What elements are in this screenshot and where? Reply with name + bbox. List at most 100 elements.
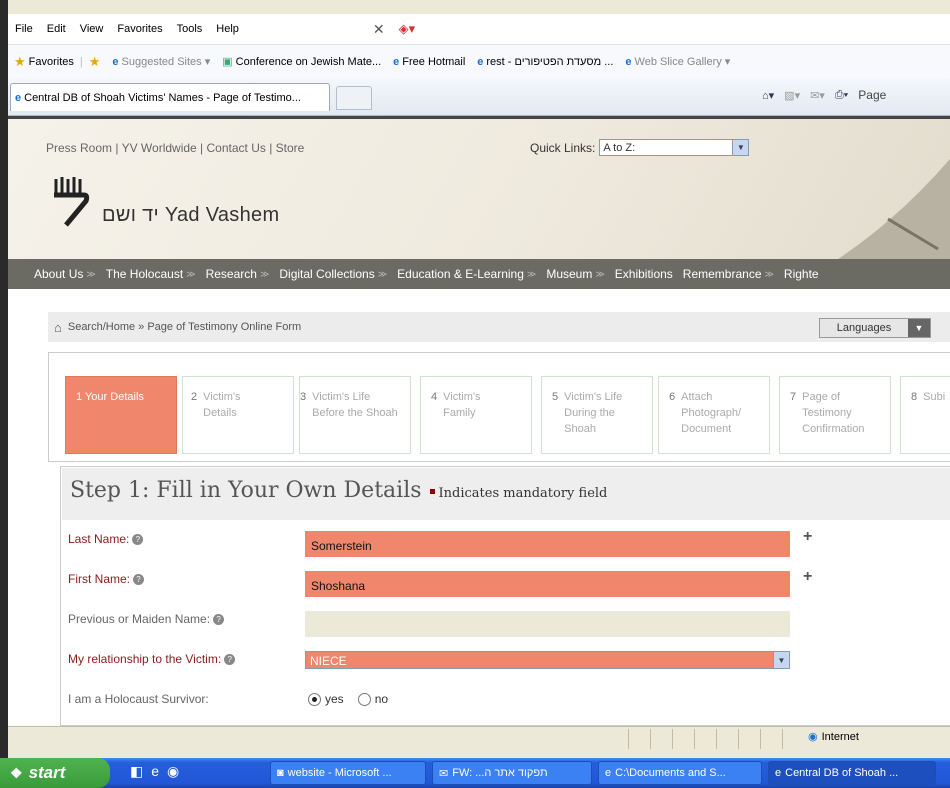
home-icon[interactable]: ⌂▾ — [762, 89, 774, 102]
start-label: start — [28, 763, 66, 782]
nav-remembrance[interactable]: Remembrance ≫ — [673, 267, 774, 281]
languages-label: Languages — [836, 322, 892, 334]
start-button[interactable]: ❖ start — [0, 758, 110, 788]
taskbar-item-central-db[interactable]: e Central DB of Shoah ... — [768, 761, 936, 785]
outlook-icon: ◙ — [277, 767, 284, 779]
languages-select[interactable]: Languages ▼ — [819, 318, 931, 338]
nav-digital-collections[interactable]: Digital Collections ≫ — [269, 267, 387, 281]
fav-rest[interactable]: e rest - מסעדת הפטיפורים ... — [471, 56, 619, 68]
first-name-label: First Name:? — [68, 572, 145, 586]
step-5[interactable]: 5 Victim's Life During the Shoah — [541, 376, 653, 454]
menu-view[interactable]: View — [73, 23, 111, 35]
relationship-select[interactable]: NIECE ▼ — [305, 651, 790, 669]
breadcrumb-text[interactable]: Search/Home » Page of Testimony Online F… — [68, 321, 301, 333]
step-label: Victim's Life During the Shoah — [564, 391, 623, 435]
feeds-icon[interactable]: ▧▾ — [784, 89, 800, 102]
step-7[interactable]: 7 Page of Testimony Confirmation — [779, 376, 891, 454]
quick-links-select[interactable]: A to Z: ▼ — [599, 139, 750, 156]
security-zone[interactable]: ◉ Internet — [808, 730, 859, 744]
header-links[interactable]: Press Room | YV Worldwide | Contact Us |… — [46, 141, 304, 155]
menu-tools[interactable]: Tools — [170, 23, 210, 35]
add-favorite-icon[interactable]: ★ — [83, 54, 107, 70]
home-icon[interactable]: ⌂ — [54, 320, 62, 335]
fav-label: rest - מסעדת הפטיפורים ... — [486, 55, 614, 68]
nav-museum[interactable]: Museum ≫ — [536, 267, 604, 281]
menu-help[interactable]: Help — [209, 23, 246, 35]
step-8[interactable]: 8 Subi — [900, 376, 950, 454]
breadcrumb: ⌂ Search/Home » Page of Testimony Online… — [48, 312, 950, 342]
nav-education[interactable]: Education & E-Learning ≫ — [387, 267, 536, 281]
browser-tab[interactable]: e Central DB of Shoah Victims' Names - P… — [10, 83, 330, 111]
fav-hotmail[interactable]: e Free Hotmail — [387, 56, 471, 68]
help-icon[interactable]: ? — [213, 613, 225, 625]
survivor-no-radio[interactable] — [357, 692, 371, 706]
desktop-icon[interactable]: ◧ — [130, 763, 143, 780]
fav-suggested-sites[interactable]: e Suggested Sites ▾ — [106, 55, 216, 69]
step-4[interactable]: 4 Victim's Family — [420, 376, 532, 454]
step-label: Your Details — [84, 391, 144, 403]
nav-the-holocaust[interactable]: The Holocaust ≫ — [96, 267, 196, 281]
step-num: 4 — [431, 391, 438, 403]
mail-icon[interactable]: ✉▾ — [810, 89, 825, 102]
survivor-yes-radio[interactable] — [308, 692, 321, 706]
add-last-name-icon[interactable]: + — [803, 528, 812, 546]
ie-icon: e — [15, 91, 22, 104]
last-name-field[interactable]: Somerstein — [305, 531, 790, 557]
status-bar: ◉ Internet — [8, 726, 950, 750]
step-2[interactable]: 2 Victim's Details — [182, 376, 294, 454]
step-num: 2 — [191, 391, 198, 403]
favorites-button[interactable]: ★ Favorites — [8, 54, 80, 70]
status-cell — [782, 729, 804, 749]
new-tab-button[interactable] — [336, 86, 372, 110]
menu-edit[interactable]: Edit — [40, 23, 73, 35]
nav-exhibitions[interactable]: Exhibitions — [605, 267, 673, 281]
chevron-down-icon: ▼ — [732, 140, 749, 155]
ie-icon[interactable]: e — [151, 763, 159, 780]
status-cell — [650, 729, 672, 749]
status-cell — [760, 729, 782, 749]
star-icon: ★ — [14, 53, 26, 69]
taskbar-label: FW: ...תפקוד אתר ה — [452, 767, 548, 779]
chevron-down-icon: ≫ — [526, 268, 537, 279]
step-title-text: Step 1: Fill in Your Own Details — [70, 478, 422, 503]
fav-web-slice[interactable]: e Web Slice Gallery ▾ — [619, 55, 736, 69]
add-first-name-icon[interactable]: + — [803, 568, 812, 586]
taskbar-item-website[interactable]: ◙ website - Microsoft ... — [270, 761, 426, 785]
ie-icon: e — [112, 55, 119, 68]
nav-label: The Holocaust — [105, 267, 184, 281]
site-logo[interactable]: יד ושם Yad Vashem — [52, 175, 279, 231]
step-label: Victim's Details — [203, 391, 241, 419]
label-text: First Name: — [68, 572, 131, 586]
print-icon[interactable]: ⎙▾ — [835, 89, 848, 102]
maiden-name-field[interactable] — [305, 611, 790, 637]
taskbar-item-fw[interactable]: ✉ FW: ...תפקוד אתר ה — [432, 761, 592, 785]
help-icon[interactable]: ? — [133, 573, 145, 585]
menu-favorites[interactable]: Favorites — [110, 23, 169, 35]
media-icon[interactable]: ◉ — [167, 763, 179, 780]
relationship-label: My relationship to the Victim:? — [68, 652, 236, 666]
nav-research[interactable]: Research ≫ — [196, 267, 270, 281]
logo-text: יד ושם Yad Vashem — [102, 204, 280, 226]
nav-righteous[interactable]: Righte — [774, 267, 819, 281]
help-icon[interactable]: ? — [224, 653, 236, 665]
label-text: Previous or Maiden Name: — [68, 612, 211, 626]
close-icon[interactable]: ✕ — [366, 21, 392, 38]
step-title-bar: Step 1: Fill in Your Own Details Indicate… — [62, 468, 950, 520]
translate-icon[interactable]: ◈▾ — [392, 21, 423, 37]
step-3[interactable]: 3 Victim's Life Before the Shoah — [299, 376, 411, 454]
nav-about-us[interactable]: About Us ≫ — [8, 267, 96, 281]
windows-logo-icon: ❖ — [10, 764, 23, 781]
site-header: Press Room | YV Worldwide | Contact Us |… — [8, 119, 950, 259]
step-1[interactable]: 1 Your Details — [65, 376, 177, 454]
menu-file[interactable]: File — [8, 23, 40, 35]
taskbar-item-documents[interactable]: e C:\Documents and S... — [598, 761, 762, 785]
nav-label: Exhibitions — [614, 267, 673, 281]
first-name-field[interactable]: Shoshana — [305, 571, 790, 597]
chevron-down-icon: ≫ — [377, 268, 388, 279]
fav-conference[interactable]: ▣ Conference on Jewish Mate... — [216, 55, 387, 69]
page-menu[interactable]: Page — [858, 88, 886, 102]
help-icon[interactable]: ? — [132, 533, 144, 545]
step-6[interactable]: 6 Attach Photograph/ Document — [658, 376, 770, 454]
no-label: no — [374, 692, 389, 706]
nav-label: Education & E-Learning — [397, 267, 524, 281]
